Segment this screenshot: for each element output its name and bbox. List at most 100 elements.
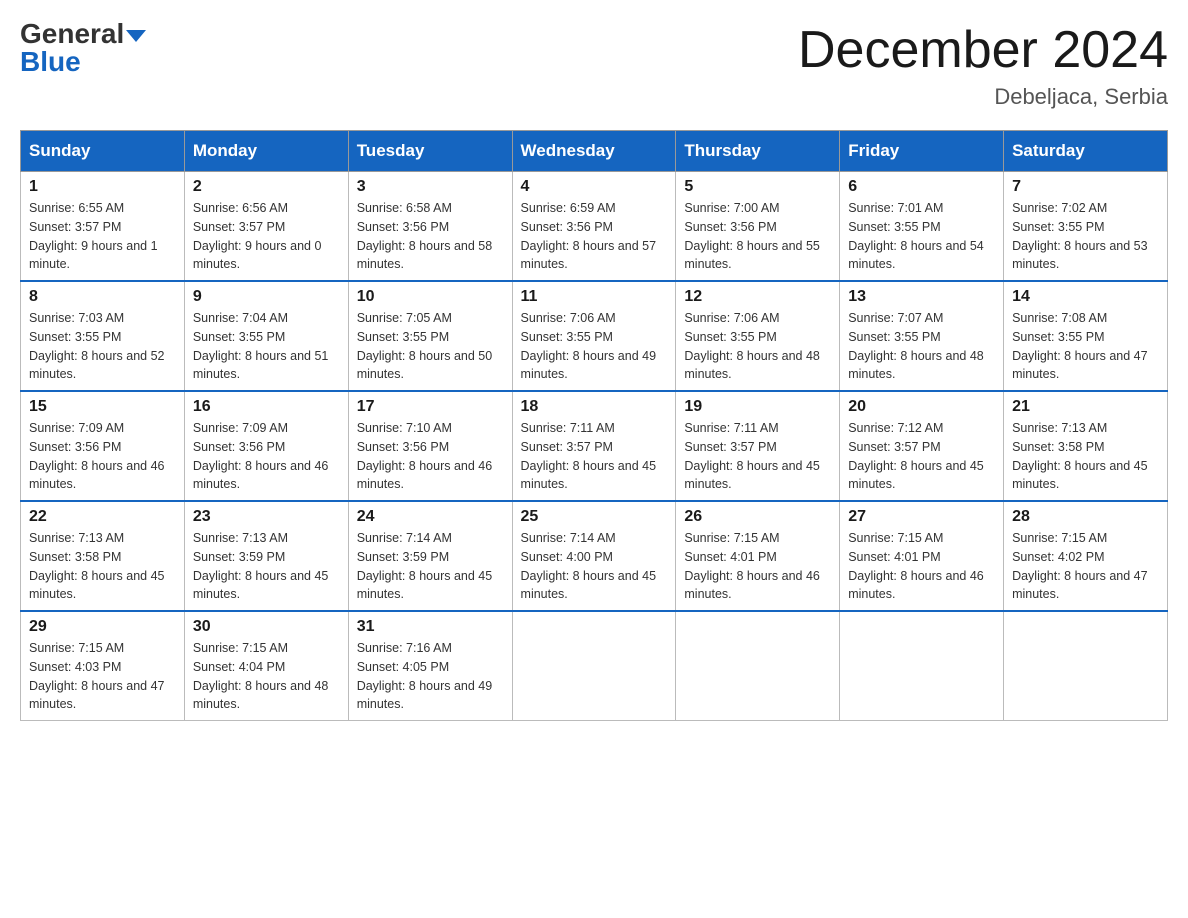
day-info: Sunrise: 6:59 AMSunset: 3:56 PMDaylight:… xyxy=(521,199,668,274)
calendar-table: SundayMondayTuesdayWednesdayThursdayFrid… xyxy=(20,130,1168,721)
day-info: Sunrise: 7:14 AMSunset: 4:00 PMDaylight:… xyxy=(521,529,668,604)
day-number: 23 xyxy=(193,508,340,526)
day-info: Sunrise: 7:03 AMSunset: 3:55 PMDaylight:… xyxy=(29,309,176,384)
day-number: 8 xyxy=(29,288,176,306)
logo-general: General xyxy=(20,18,124,49)
calendar-header-saturday: Saturday xyxy=(1004,131,1168,172)
day-info: Sunrise: 7:12 AMSunset: 3:57 PMDaylight:… xyxy=(848,419,995,494)
day-number: 10 xyxy=(357,288,504,306)
day-number: 22 xyxy=(29,508,176,526)
day-info: Sunrise: 7:14 AMSunset: 3:59 PMDaylight:… xyxy=(357,529,504,604)
calendar-cell: 10 Sunrise: 7:05 AMSunset: 3:55 PMDayligh… xyxy=(348,281,512,391)
day-info: Sunrise: 7:00 AMSunset: 3:56 PMDaylight:… xyxy=(684,199,831,274)
title-section: December 2024 Debeljaca, Serbia xyxy=(798,20,1168,110)
day-info: Sunrise: 6:55 AMSunset: 3:57 PMDaylight:… xyxy=(29,199,176,274)
logo: General Blue xyxy=(20,20,146,76)
day-info: Sunrise: 7:13 AMSunset: 3:59 PMDaylight:… xyxy=(193,529,340,604)
day-info: Sunrise: 7:15 AMSunset: 4:01 PMDaylight:… xyxy=(684,529,831,604)
calendar-cell: 16Sunrise: 7:09 AMSunset: 3:56 PMDayligh… xyxy=(184,391,348,501)
day-number: 14 xyxy=(1012,288,1159,306)
day-info: Sunrise: 7:09 AMSunset: 3:56 PMDaylight:… xyxy=(193,419,340,494)
logo-triangle-icon xyxy=(126,30,146,42)
calendar-cell: 8 Sunrise: 7:03 AMSunset: 3:55 PMDaylight… xyxy=(21,281,185,391)
location: Debeljaca, Serbia xyxy=(798,84,1168,110)
calendar-cell: 24Sunrise: 7:14 AMSunset: 3:59 PMDayligh… xyxy=(348,501,512,611)
day-number: 31 xyxy=(357,618,504,636)
month-title: December 2024 xyxy=(798,20,1168,80)
calendar-header-sunday: Sunday xyxy=(21,131,185,172)
day-info: Sunrise: 7:06 AMSunset: 3:55 PMDaylight:… xyxy=(684,309,831,384)
day-number: 12 xyxy=(684,288,831,306)
calendar-cell: 11 Sunrise: 7:06 AMSunset: 3:55 PMDayligh… xyxy=(512,281,676,391)
day-number: 25 xyxy=(521,508,668,526)
calendar-cell: 7 Sunrise: 7:02 AMSunset: 3:55 PMDaylight… xyxy=(1004,172,1168,282)
day-number: 18 xyxy=(521,398,668,416)
day-number: 27 xyxy=(848,508,995,526)
calendar-cell xyxy=(512,611,676,721)
calendar-week-row: 29 Sunrise: 7:15 AMSunset: 4:03 PMDayligh… xyxy=(21,611,1168,721)
day-number: 15 xyxy=(29,398,176,416)
calendar-week-row: 22 Sunrise: 7:13 AMSunset: 3:58 PMDayligh… xyxy=(21,501,1168,611)
day-number: 11 xyxy=(521,288,668,306)
day-number: 7 xyxy=(1012,178,1159,196)
calendar-cell: 2 Sunrise: 6:56 AMSunset: 3:57 PMDaylight… xyxy=(184,172,348,282)
calendar-cell: 27Sunrise: 7:15 AMSunset: 4:01 PMDayligh… xyxy=(840,501,1004,611)
calendar-cell: 14 Sunrise: 7:08 AMSunset: 3:55 PMDayligh… xyxy=(1004,281,1168,391)
calendar-cell: 9Sunrise: 7:04 AMSunset: 3:55 PMDaylight… xyxy=(184,281,348,391)
day-info: Sunrise: 7:11 AMSunset: 3:57 PMDaylight:… xyxy=(521,419,668,494)
calendar-cell xyxy=(840,611,1004,721)
calendar-cell: 26Sunrise: 7:15 AMSunset: 4:01 PMDayligh… xyxy=(676,501,840,611)
calendar-cell: 4Sunrise: 6:59 AMSunset: 3:56 PMDaylight… xyxy=(512,172,676,282)
calendar-cell: 23 Sunrise: 7:13 AMSunset: 3:59 PMDayligh… xyxy=(184,501,348,611)
day-info: Sunrise: 7:05 AMSunset: 3:55 PMDaylight:… xyxy=(357,309,504,384)
calendar-cell: 30Sunrise: 7:15 AMSunset: 4:04 PMDayligh… xyxy=(184,611,348,721)
day-info: Sunrise: 6:58 AMSunset: 3:56 PMDaylight:… xyxy=(357,199,504,274)
calendar-cell: 17 Sunrise: 7:10 AMSunset: 3:56 PMDayligh… xyxy=(348,391,512,501)
calendar-cell: 31 Sunrise: 7:16 AMSunset: 4:05 PMDayligh… xyxy=(348,611,512,721)
calendar-header-thursday: Thursday xyxy=(676,131,840,172)
calendar-cell: 12 Sunrise: 7:06 AMSunset: 3:55 PMDayligh… xyxy=(676,281,840,391)
day-info: Sunrise: 7:13 AMSunset: 3:58 PMDaylight:… xyxy=(29,529,176,604)
day-info: Sunrise: 7:08 AMSunset: 3:55 PMDaylight:… xyxy=(1012,309,1159,384)
calendar-week-row: 8 Sunrise: 7:03 AMSunset: 3:55 PMDaylight… xyxy=(21,281,1168,391)
calendar-cell: 22 Sunrise: 7:13 AMSunset: 3:58 PMDayligh… xyxy=(21,501,185,611)
day-info: Sunrise: 7:15 AMSunset: 4:03 PMDaylight:… xyxy=(29,639,176,714)
calendar-cell: 20 Sunrise: 7:12 AMSunset: 3:57 PMDayligh… xyxy=(840,391,1004,501)
calendar-cell: 18 Sunrise: 7:11 AMSunset: 3:57 PMDayligh… xyxy=(512,391,676,501)
calendar-cell: 3 Sunrise: 6:58 AMSunset: 3:56 PMDaylight… xyxy=(348,172,512,282)
day-info: Sunrise: 7:06 AMSunset: 3:55 PMDaylight:… xyxy=(521,309,668,384)
logo-text: General Blue xyxy=(20,20,146,76)
day-info: Sunrise: 7:04 AMSunset: 3:55 PMDaylight:… xyxy=(193,309,340,384)
day-info: Sunrise: 7:07 AMSunset: 3:55 PMDaylight:… xyxy=(848,309,995,384)
calendar-header-friday: Friday xyxy=(840,131,1004,172)
calendar-cell: 5 Sunrise: 7:00 AMSunset: 3:56 PMDaylight… xyxy=(676,172,840,282)
day-number: 3 xyxy=(357,178,504,196)
day-number: 2 xyxy=(193,178,340,196)
day-number: 21 xyxy=(1012,398,1159,416)
day-info: Sunrise: 7:02 AMSunset: 3:55 PMDaylight:… xyxy=(1012,199,1159,274)
day-info: Sunrise: 7:15 AMSunset: 4:04 PMDaylight:… xyxy=(193,639,340,714)
day-number: 29 xyxy=(29,618,176,636)
calendar-cell: 6Sunrise: 7:01 AMSunset: 3:55 PMDaylight… xyxy=(840,172,1004,282)
day-info: Sunrise: 7:16 AMSunset: 4:05 PMDaylight:… xyxy=(357,639,504,714)
calendar-cell: 25 Sunrise: 7:14 AMSunset: 4:00 PMDayligh… xyxy=(512,501,676,611)
calendar-week-row: 15 Sunrise: 7:09 AMSunset: 3:56 PMDayligh… xyxy=(21,391,1168,501)
calendar-cell: 19Sunrise: 7:11 AMSunset: 3:57 PMDayligh… xyxy=(676,391,840,501)
day-info: Sunrise: 7:01 AMSunset: 3:55 PMDaylight:… xyxy=(848,199,995,274)
calendar-cell: 1Sunrise: 6:55 AMSunset: 3:57 PMDaylight… xyxy=(21,172,185,282)
day-number: 20 xyxy=(848,398,995,416)
day-info: Sunrise: 6:56 AMSunset: 3:57 PMDaylight:… xyxy=(193,199,340,274)
calendar-cell: 28Sunrise: 7:15 AMSunset: 4:02 PMDayligh… xyxy=(1004,501,1168,611)
day-number: 5 xyxy=(684,178,831,196)
page-header: General Blue December 2024 Debeljaca, Se… xyxy=(20,20,1168,110)
logo-blue: Blue xyxy=(20,46,81,77)
calendar-cell: 15Sunrise: 7:09 AMSunset: 3:56 PMDayligh… xyxy=(21,391,185,501)
calendar-cell: 29 Sunrise: 7:15 AMSunset: 4:03 PMDayligh… xyxy=(21,611,185,721)
calendar-week-row: 1Sunrise: 6:55 AMSunset: 3:57 PMDaylight… xyxy=(21,172,1168,282)
day-number: 13 xyxy=(848,288,995,306)
day-number: 17 xyxy=(357,398,504,416)
calendar-cell: 21Sunrise: 7:13 AMSunset: 3:58 PMDayligh… xyxy=(1004,391,1168,501)
day-number: 28 xyxy=(1012,508,1159,526)
day-info: Sunrise: 7:10 AMSunset: 3:56 PMDaylight:… xyxy=(357,419,504,494)
day-info: Sunrise: 7:11 AMSunset: 3:57 PMDaylight:… xyxy=(684,419,831,494)
